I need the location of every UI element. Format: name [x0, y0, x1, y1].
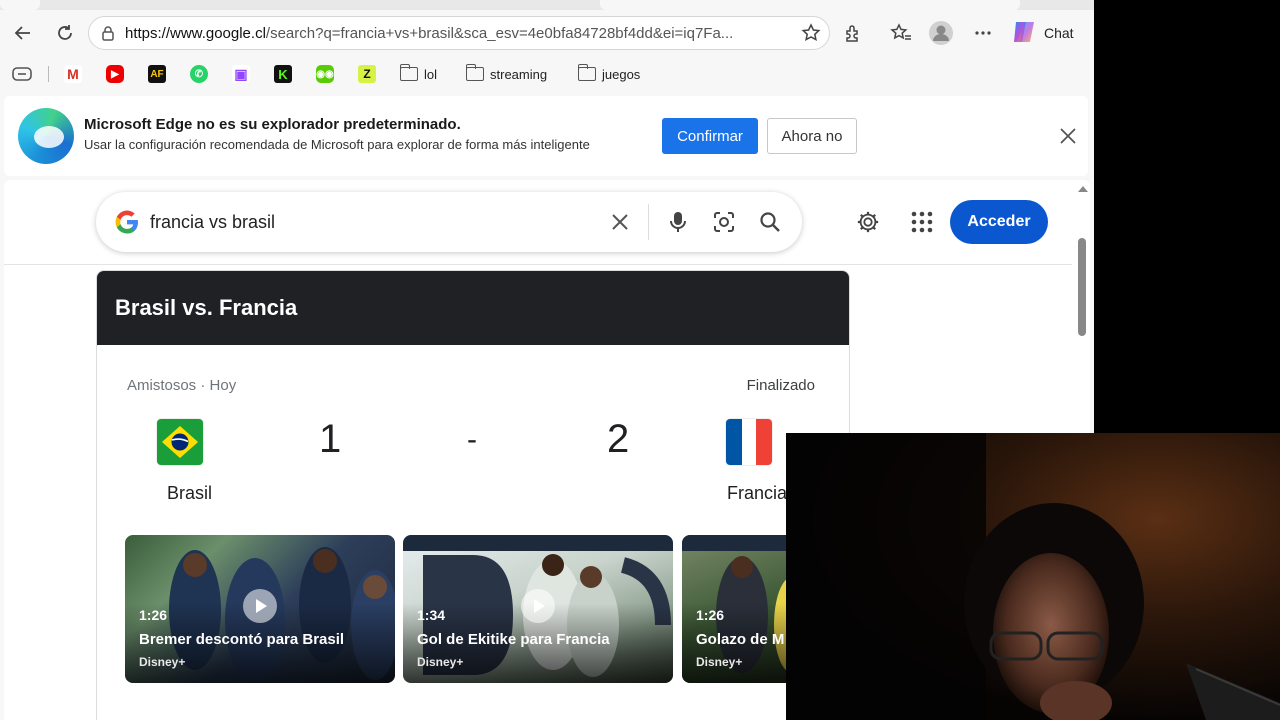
copilot-icon	[1010, 18, 1038, 49]
bookmark-kick[interactable]: K	[274, 64, 292, 84]
search-icon[interactable]	[758, 210, 782, 234]
clear-search-icon[interactable]	[608, 210, 632, 234]
copilot-chat-button[interactable]: Chat	[1010, 18, 1074, 48]
settings-gear-icon[interactable]	[856, 210, 880, 234]
kick-icon: K	[274, 65, 292, 83]
extensions-icon[interactable]	[838, 18, 868, 48]
france-flag-icon[interactable]	[726, 419, 772, 465]
favorites-icon[interactable]	[886, 18, 916, 48]
folder-icon	[399, 64, 418, 81]
folder-icon	[577, 64, 596, 81]
back-icon[interactable]	[8, 18, 38, 48]
default-browser-infobar: Microsoft Edge no es su explorador prede…	[4, 96, 1088, 176]
scroll-up-icon[interactable]	[1078, 186, 1088, 192]
bookmarks-bar: M ▶ AF ✆ ▣ K ◉◉ Z lol streaming juegos	[0, 56, 1094, 92]
video-title: Bremer descontó para Brasil	[139, 631, 345, 648]
bookmark-label: lol	[424, 66, 438, 82]
bookmark-youtube[interactable]: ▶	[106, 64, 124, 84]
bookmark-folder-juegos[interactable]: juegos	[577, 64, 641, 84]
not-now-button[interactable]: Ahora no	[767, 118, 857, 154]
search-query-text[interactable]: francia vs brasil	[150, 212, 275, 233]
confirm-button[interactable]: Confirmar	[662, 118, 758, 154]
microphone-icon[interactable]	[666, 210, 690, 234]
bookmark-folder-streaming[interactable]: streaming	[465, 64, 548, 84]
duolingo-icon: ◉◉	[316, 65, 334, 83]
bookmark-gmail[interactable]: M	[64, 64, 82, 84]
bookmark-divider	[48, 66, 49, 82]
infobar-title: Microsoft Edge no es su explorador prede…	[84, 116, 461, 133]
apps-grid-icon[interactable]	[910, 210, 934, 234]
video-duration: 1:26	[139, 607, 168, 623]
tab-strip	[0, 0, 1094, 10]
header-divider	[4, 264, 1072, 265]
bookmark-af[interactable]: AF	[148, 64, 166, 84]
bookmark-twitch[interactable]: ▣	[232, 64, 250, 84]
away-team-name[interactable]: Francia	[727, 483, 787, 504]
video-source: Disney+	[417, 655, 464, 669]
whatsapp-icon: ✆	[190, 65, 208, 83]
scrollbar-thumb[interactable]	[1078, 238, 1086, 336]
tab[interactable]	[0, 0, 40, 10]
bookmark-duolingo[interactable]: ◉◉	[316, 64, 334, 84]
score-separator: -	[467, 423, 477, 456]
tab[interactable]	[600, 0, 1020, 10]
video-thumbnail[interactable]: 1:26 Bremer descontó para Brasil Disney+	[125, 535, 395, 683]
video-source: Disney+	[139, 655, 186, 669]
url-text[interactable]: https://www.google.cl/search?q=francia+v…	[125, 25, 785, 42]
bookmark-whatsapp[interactable]: ✆	[190, 64, 208, 84]
match-league: Amistosos · Hoy	[127, 377, 237, 394]
bookmark-z[interactable]: Z	[358, 64, 376, 84]
address-bar[interactable]: https://www.google.cl/search?q=francia+v…	[88, 16, 830, 50]
bookmark-label: streaming	[490, 66, 548, 82]
webcam-overlay	[786, 433, 1280, 720]
video-duration: 1:34	[417, 607, 446, 623]
video-thumbnail[interactable]: 1:34 Gol de Ekitike para Francia Disney+	[403, 535, 673, 683]
infobar-subtitle: Usar la configuración recomendada de Mic…	[84, 137, 590, 152]
match-header[interactable]: Brasil vs. Francia	[97, 271, 849, 345]
af-icon: AF	[148, 65, 166, 83]
bookmark-folder-lol[interactable]: lol	[399, 64, 438, 84]
browser-toolbar: https://www.google.cl/search?q=francia+v…	[0, 10, 1094, 56]
bookmark-label: juegos	[602, 66, 641, 82]
profile-avatar-icon[interactable]	[926, 18, 956, 48]
video-title: Gol de Ekitike para Francia	[417, 631, 610, 648]
home-team-name[interactable]: Brasil	[167, 483, 212, 504]
sign-in-button[interactable]: Acceder	[950, 200, 1048, 244]
edge-logo-icon	[18, 108, 74, 164]
home-score: 1	[319, 417, 342, 461]
match-status: Finalizado	[746, 377, 815, 394]
folder-icon	[465, 64, 484, 81]
youtube-icon: ▶	[106, 65, 124, 83]
screen: https://www.google.cl/search?q=francia+v…	[0, 0, 1280, 720]
brazil-flag-icon[interactable]	[157, 419, 203, 465]
gmail-icon: M	[64, 65, 82, 83]
close-icon[interactable]	[1058, 126, 1078, 146]
video-source: Disney+	[696, 655, 743, 669]
twitch-icon: ▣	[232, 65, 250, 83]
lens-camera-icon[interactable]	[712, 210, 736, 234]
z-app-icon: Z	[358, 65, 376, 83]
search-divider	[648, 204, 649, 240]
more-menu-icon[interactable]	[968, 18, 998, 48]
video-title: Golazo de M	[696, 631, 785, 648]
favorite-star-icon[interactable]	[801, 23, 821, 48]
video-duration: 1:26	[696, 607, 725, 623]
match-result-card: Brasil vs. Francia Amistosos · Hoy Final…	[96, 270, 850, 720]
chat-label: Chat	[1044, 25, 1074, 41]
google-g-icon	[114, 209, 140, 242]
lock-icon[interactable]	[99, 24, 117, 42]
search-box[interactable]: francia vs brasil	[96, 192, 802, 252]
bookmark-reading-icon[interactable]	[12, 64, 32, 84]
play-icon[interactable]	[243, 589, 277, 623]
reload-icon[interactable]	[50, 18, 80, 48]
away-score: 2	[607, 417, 630, 461]
play-icon[interactable]	[521, 589, 555, 623]
